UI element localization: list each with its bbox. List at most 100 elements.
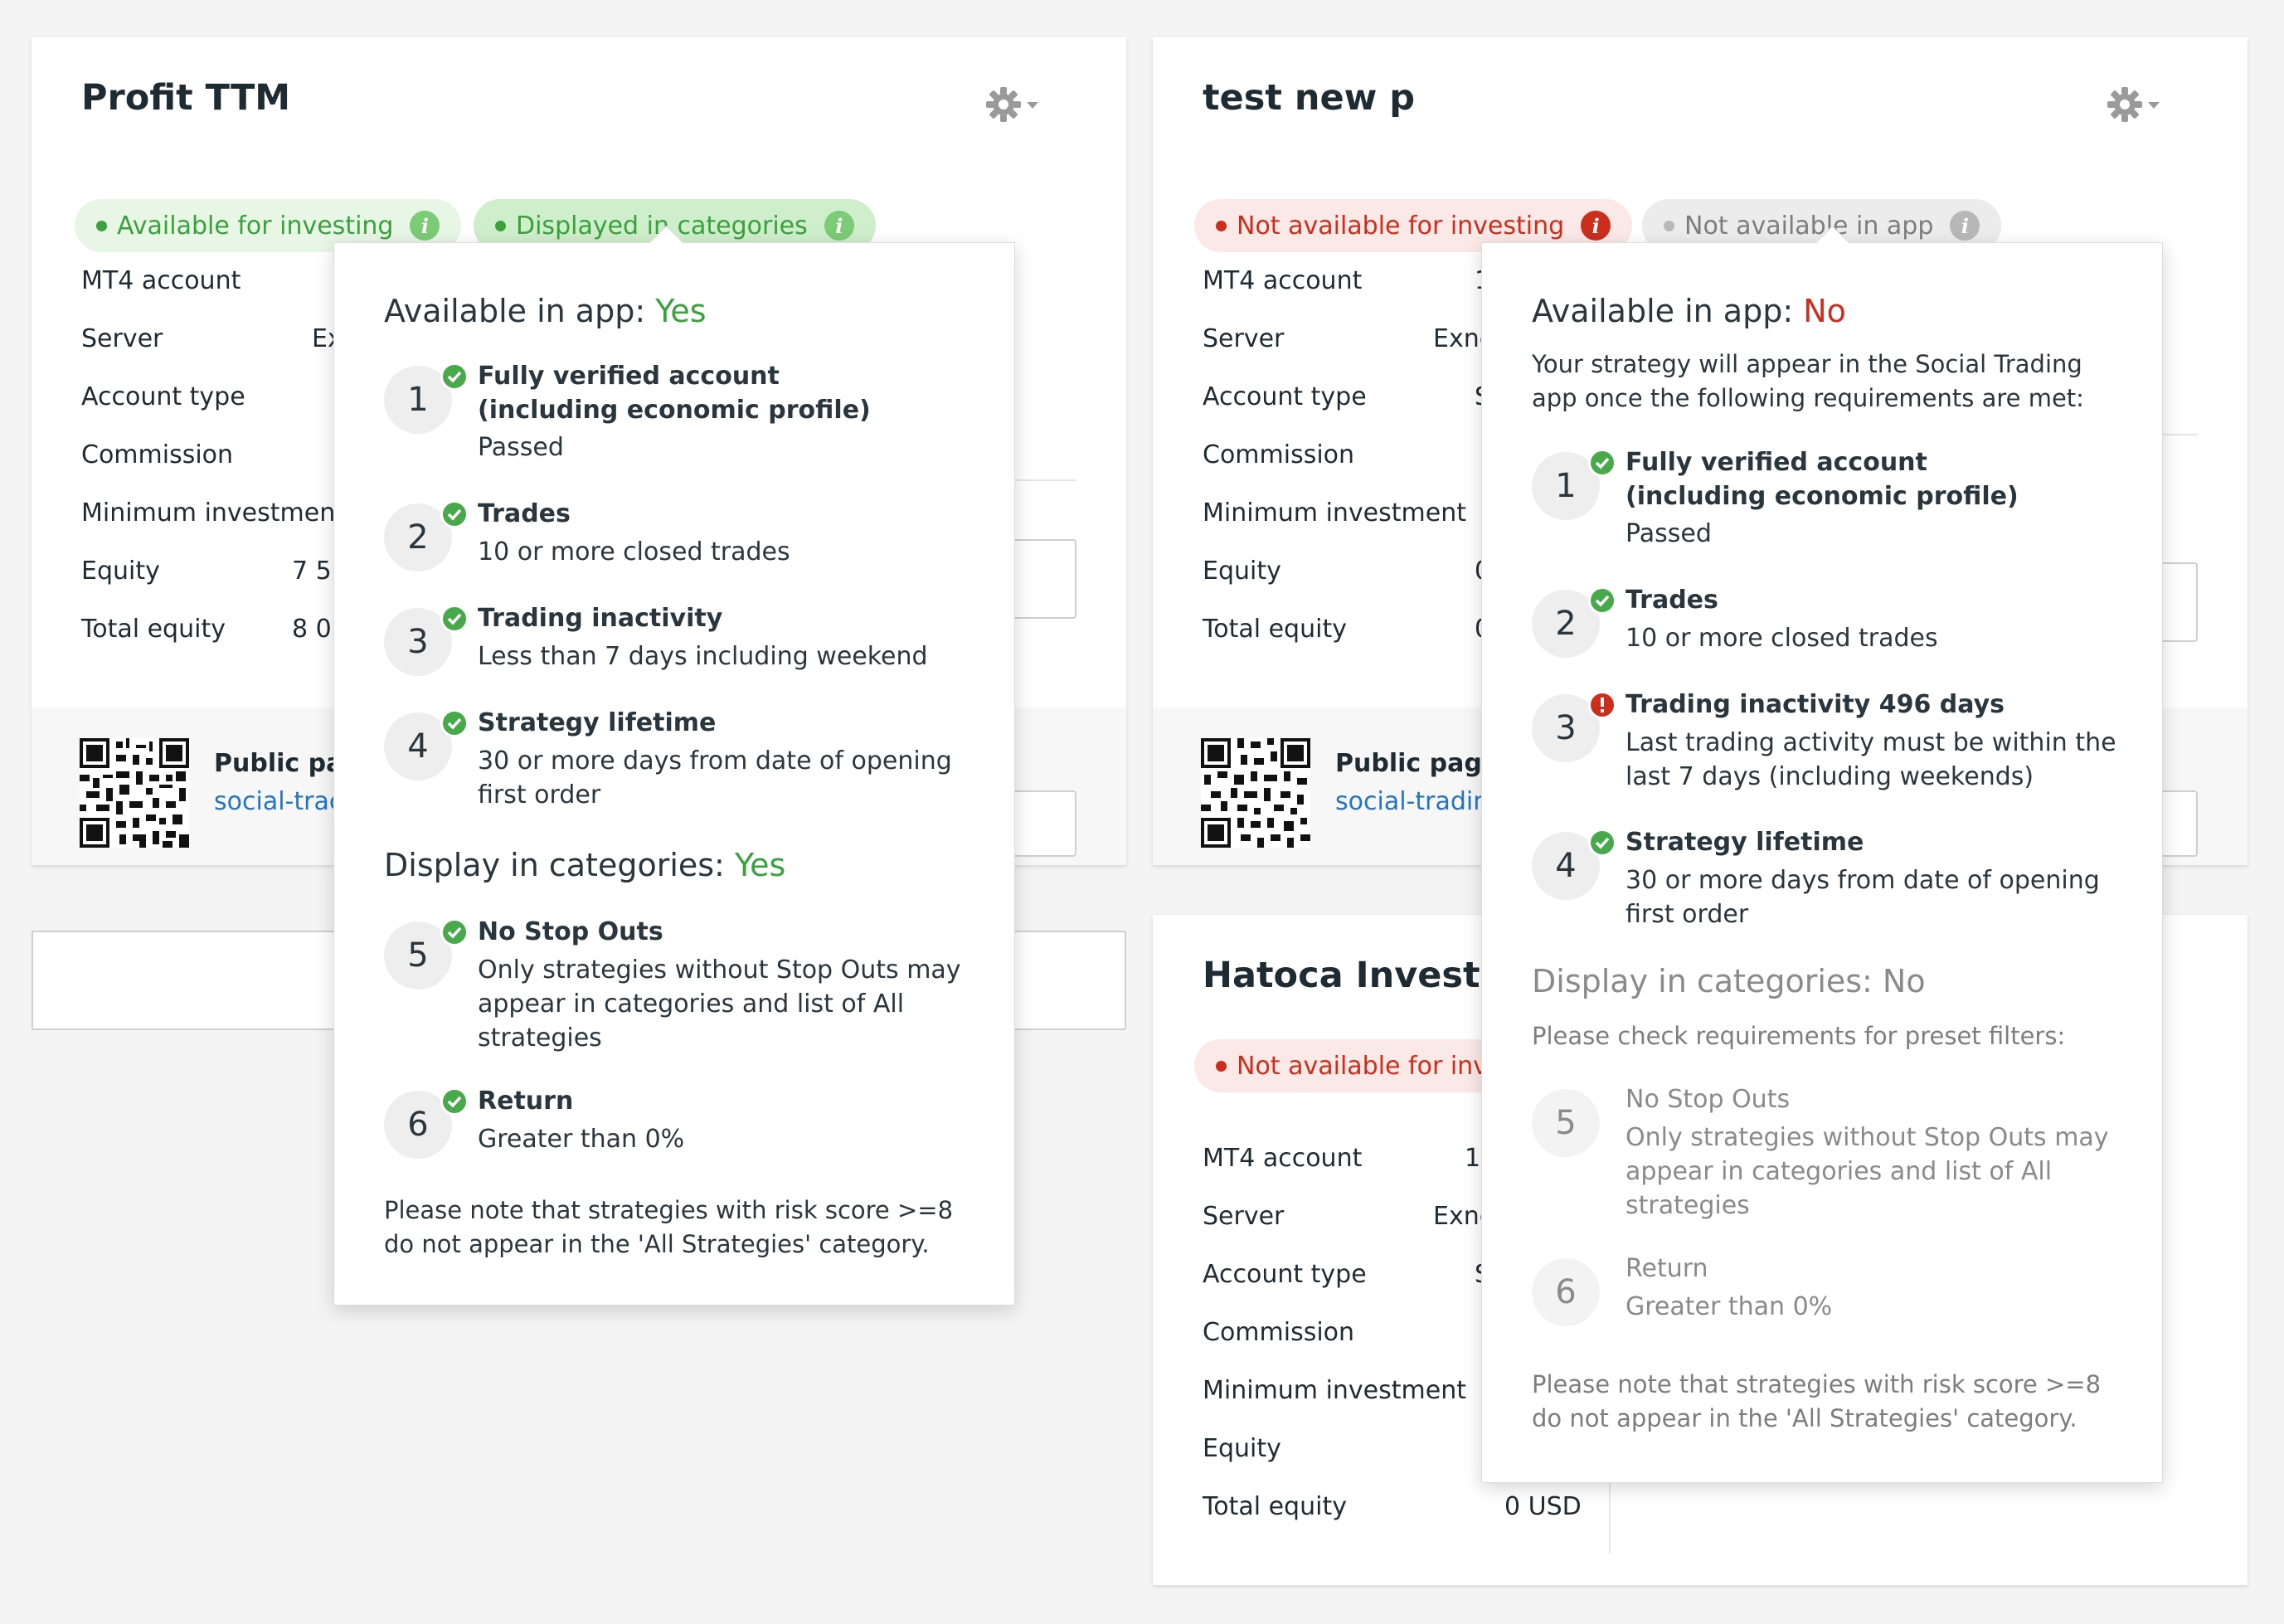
card-title: test new p: [1203, 77, 1416, 119]
equity-label: Equity: [1203, 557, 1281, 586]
requirement-item: 4 Strategy lifetime 30 or more days from…: [384, 708, 1014, 812]
requirement-desc: 30 or more days from date of opening fir…: [1626, 863, 2100, 931]
desc-line: Last trading activity must be within the: [1626, 728, 2116, 757]
info-icon[interactable]: i: [1581, 211, 1611, 241]
mt4-account-label: MT4 account: [1203, 266, 1363, 295]
check-icon: [440, 500, 469, 528]
display-in-categories-heading: Display in categories: Yes: [384, 847, 785, 883]
requirement-number: 5: [1532, 1089, 1600, 1157]
note-line: do not appear in the 'All Strategies' ca…: [384, 1230, 930, 1258]
account-type-label: Account type: [1203, 382, 1367, 411]
requirement-title: No Stop Outs: [478, 917, 663, 946]
requirement-title: Return: [478, 1087, 574, 1116]
badge-label: Not available for investing: [1237, 211, 1565, 241]
check-icon: [1588, 829, 1616, 857]
public-page-link[interactable]: social-trac: [214, 787, 343, 816]
server-label: Server: [1203, 324, 1285, 353]
requirement-desc: Last trading activity must be within the…: [1626, 726, 2116, 794]
requirement-item: 1 Fully verified account (including econ…: [1532, 448, 2162, 552]
desc-line: appear in categories and list of All: [1626, 1157, 2053, 1186]
check-icon: [1588, 586, 1616, 615]
requirement-desc: Less than 7 days including weekend: [478, 642, 928, 671]
requirement-title: Return: [1626, 1254, 1708, 1283]
commission-label: Commission: [1203, 440, 1355, 469]
requirement-title: Strategy lifetime: [1626, 828, 1864, 857]
check-icon: [440, 1087, 469, 1116]
note-line: Please note that strategies with risk sc…: [384, 1196, 954, 1224]
app-status: Yes: [655, 293, 707, 329]
requirement-title: Trades: [1626, 586, 1718, 615]
requirement-desc: 10 or more closed trades: [1626, 624, 1938, 653]
desc-line: strategies: [478, 1024, 602, 1053]
status-dot: [1216, 220, 1227, 231]
requirement-item: 1 Fully verified account (including econ…: [384, 362, 1014, 465]
risk-score-note: Please note that strategies with risk sc…: [1532, 1368, 2101, 1436]
mt4-account-label: MT4 account: [1203, 1144, 1363, 1173]
note-line: Please note that strategies with risk sc…: [1532, 1370, 2102, 1398]
server-label: Server: [1203, 1202, 1285, 1231]
requirement-title: Trading inactivity: [478, 604, 723, 633]
requirement-item: 2 Trades 10 or more closed trades: [384, 499, 1014, 578]
desc-line: appear in categories and list of All: [478, 989, 905, 1019]
requirement-title: Fully verified account (including econom…: [478, 359, 871, 427]
total-equity-value: 8 0: [292, 615, 332, 644]
desc-line: first order: [1626, 900, 1749, 929]
intro-line: Your strategy will appear in the Social …: [1532, 350, 2082, 378]
check-icon: [440, 605, 469, 633]
not-available-for-investing-badge[interactable]: Not available for inve: [1194, 1039, 1525, 1092]
requirement-title: Trading inactivity 496 days: [1626, 690, 2005, 719]
qr-code-icon: [80, 738, 189, 848]
availability-popover-profit-ttm: Available in app: Yes 1 Fully verified a…: [333, 225, 1015, 1306]
badge-label: Not available for inve: [1237, 1051, 1504, 1081]
heading-text: Available in app:: [384, 293, 656, 329]
status-dot: [495, 220, 506, 231]
requirement-desc: Passed: [1626, 519, 1712, 548]
gear-icon: [986, 87, 1038, 122]
public-page-link[interactable]: social-tradin: [1335, 787, 1489, 816]
minimum-investment-label: Minimum investment: [81, 498, 345, 528]
status-dot: [96, 220, 107, 231]
requirement-desc: 10 or more closed trades: [478, 537, 790, 566]
requirement-item: 3 Trading inactivity 496 days Last tradi…: [1532, 690, 2162, 794]
requirement-item: 5 No Stop Outs Only strategies without S…: [1532, 1085, 2162, 1222]
categories-intro: Please check requirements for preset fil…: [1532, 1022, 2066, 1050]
settings-menu-button[interactable]: [985, 84, 1052, 125]
card-title: Hatoca Investor: [1203, 955, 1523, 996]
categories-status: Yes: [734, 847, 786, 883]
qr-code-icon: [1201, 738, 1310, 848]
requirement-number: 6: [1532, 1258, 1600, 1326]
requirement-title: Fully verified account (including econom…: [1626, 445, 2019, 513]
app-status: No: [1803, 293, 1846, 329]
equity-value: 7 5: [292, 557, 332, 586]
requirement-title: Trades: [478, 499, 571, 528]
requirement-item: 4 Strategy lifetime 30 or more days from…: [1532, 828, 2162, 931]
card-title: Profit TTM: [81, 77, 291, 119]
title-line: (including economic profile): [1626, 482, 2019, 511]
heading-text: Display in categories:: [384, 847, 735, 883]
requirement-desc: Passed: [478, 433, 564, 462]
info-icon[interactable]: i: [824, 211, 854, 241]
commission-label: Commission: [81, 440, 234, 469]
error-icon: [1588, 691, 1616, 719]
desc-line: Only strategies without Stop Outs may: [1626, 1123, 2109, 1152]
total-equity-label: Total equity: [1203, 615, 1347, 644]
badge-label: Not available in app: [1684, 211, 1934, 241]
title-line: (including economic profile): [478, 396, 871, 425]
info-icon[interactable]: i: [1950, 211, 1980, 241]
account-type-label: Account type: [1203, 1260, 1367, 1289]
public-page-label: Public page: [1335, 749, 1499, 778]
requirement-title: No Stop Outs: [1626, 1085, 1791, 1114]
available-in-app-heading: Available in app: Yes: [384, 293, 707, 329]
desc-line: 30 or more days from date of opening: [1626, 866, 2100, 895]
minimum-investment-label: Minimum investment: [1203, 498, 1466, 528]
settings-menu-button[interactable]: [2107, 84, 2173, 125]
display-in-categories-heading: Display in categories: No: [1532, 963, 1926, 999]
requirement-item: 6 Return Greater than 0%: [384, 1087, 1014, 1165]
title-line: Fully verified account: [1626, 448, 1927, 477]
info-icon[interactable]: i: [410, 211, 440, 241]
status-dot: [1216, 1060, 1227, 1072]
availability-popover-test-new-p: Available in app: No Your strategy will …: [1481, 225, 2163, 1483]
requirement-item: 6 Return Greater than 0%: [1532, 1254, 2162, 1333]
chevron-down-icon: [2148, 102, 2160, 109]
desc-line: last 7 days (including weekends): [1626, 762, 2034, 791]
